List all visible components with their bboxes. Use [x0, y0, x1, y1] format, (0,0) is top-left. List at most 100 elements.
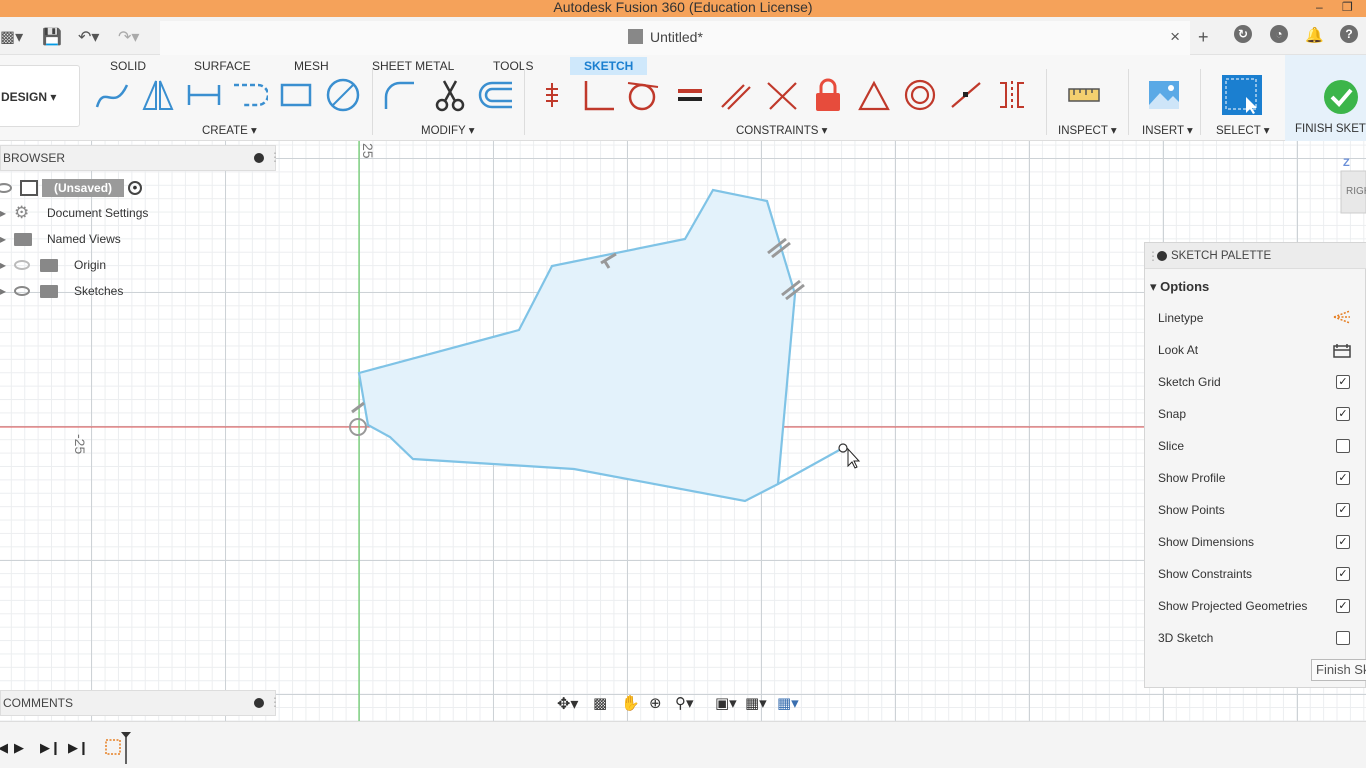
perpendicular-lines-icon[interactable] — [764, 77, 800, 113]
3d-sketch-checkbox[interactable] — [1336, 631, 1350, 645]
option-snap[interactable]: Snap ✓ — [1158, 407, 1358, 425]
show-profile-checkbox[interactable]: ✓ — [1336, 471, 1350, 485]
select-menu[interactable]: SELECT ▾ — [1216, 123, 1270, 137]
slot-icon[interactable] — [232, 77, 268, 113]
show-dimensions-checkbox[interactable]: ✓ — [1336, 535, 1350, 549]
tab-sketch[interactable]: SKETCH — [570, 57, 648, 75]
timeline-sketch-feature-icon[interactable] — [104, 730, 136, 764]
expand-comments-icon[interactable] — [254, 698, 264, 708]
browser-item-document-settings[interactable]: ▸ ⚙ Document Settings — [0, 201, 160, 225]
dimension-line-icon[interactable] — [186, 77, 222, 113]
save-icon[interactable]: 💾 — [42, 27, 62, 47]
insert-menu[interactable]: INSERT ▾ — [1142, 123, 1193, 137]
equal-icon[interactable] — [672, 77, 708, 113]
zoom-window-icon[interactable]: ⚲▾ — [675, 694, 695, 712]
next-step-icon[interactable]: ▶❙ — [40, 740, 61, 756]
collapse-icon[interactable] — [254, 153, 264, 163]
extensions-icon[interactable]: ↻ — [1234, 25, 1252, 43]
options-section-header[interactable]: ▾ Options — [1150, 279, 1209, 295]
option-slice[interactable]: Slice — [1158, 439, 1358, 457]
pan-icon[interactable]: ✋ — [621, 694, 641, 712]
palette-finish-sketch-button[interactable]: Finish Sketch — [1311, 659, 1366, 681]
sketch-line-in-progress[interactable] — [777, 447, 844, 485]
option-show-constraints[interactable]: Show Constraints ✓ — [1158, 567, 1358, 585]
hidden-visibility-icon[interactable] — [14, 260, 30, 270]
spline-icon[interactable] — [94, 77, 130, 113]
modify-menu[interactable]: MODIFY ▾ — [421, 123, 474, 137]
undo-icon[interactable]: ↶▾ — [78, 27, 99, 47]
option-show-profile[interactable]: Show Profile ✓ — [1158, 471, 1358, 489]
perpendicular-icon[interactable] — [580, 77, 616, 113]
display-settings-icon[interactable]: ▣▾ — [715, 694, 737, 712]
create-menu[interactable]: CREATE ▾ — [202, 123, 257, 137]
rectangle-icon[interactable] — [278, 77, 314, 113]
expand-icon[interactable]: ▸ — [0, 201, 6, 225]
close-tab-icon[interactable]: × — [1170, 27, 1180, 47]
select-icon[interactable] — [1222, 75, 1262, 115]
tab-sheet-metal[interactable]: SHEET METAL — [364, 57, 462, 75]
tab-tools[interactable]: TOOLS — [485, 57, 541, 75]
notifications-icon[interactable]: 🔔 — [1305, 26, 1324, 44]
orbit-icon[interactable]: ✥▾ — [557, 694, 578, 713]
new-tab-icon[interactable]: + — [1198, 27, 1209, 48]
activate-icon[interactable]: • — [128, 180, 142, 195]
play-icon[interactable]: ▶ — [14, 740, 24, 756]
option-show-projected-geometries[interactable]: Show Projected Geometries ✓ — [1158, 599, 1358, 617]
option-sketch-grid[interactable]: Sketch Grid ✓ — [1158, 375, 1358, 393]
sketch-grid-checkbox[interactable]: ✓ — [1336, 375, 1350, 389]
look-at-nav-icon[interactable]: ▩ — [593, 694, 613, 712]
comments-panel-header[interactable]: COMMENTS ⋮ — [0, 690, 281, 716]
panel-grip-icon[interactable]: ⋮ — [269, 695, 281, 709]
look-at-icon[interactable] — [1332, 342, 1352, 358]
concentric-icon[interactable] — [902, 77, 938, 113]
tab-mesh[interactable]: MESH — [286, 57, 337, 75]
tab-surface[interactable]: SURFACE — [186, 57, 259, 75]
minimize-icon[interactable]: – — [1316, 0, 1323, 15]
inspect-menu[interactable]: INSPECT ▾ — [1058, 123, 1117, 137]
coincident-icon[interactable] — [536, 77, 572, 113]
restore-icon[interactable]: ❐ — [1342, 0, 1353, 15]
file-menu-icon[interactable]: ▩▾ — [0, 27, 23, 47]
finish-sketch-button[interactable]: FINISH SKETCH — [1285, 55, 1366, 141]
job-status-icon[interactable]: ◔ — [1270, 25, 1288, 43]
insert-image-icon[interactable] — [1146, 77, 1182, 113]
mirror-icon[interactable] — [140, 77, 176, 113]
fix-lock-icon[interactable] — [810, 77, 846, 113]
sketch-palette-header[interactable]: ⋮ SKETCH PALETTE — [1145, 243, 1366, 269]
help-icon[interactable]: ? — [1340, 25, 1358, 43]
expand-icon[interactable]: ▸ — [0, 253, 6, 277]
browser-item-sketches[interactable]: ▸ Sketches — [0, 279, 160, 303]
sketch-point[interactable] — [838, 443, 848, 453]
sketch-profile[interactable] — [357, 188, 797, 503]
browser-item-named-views[interactable]: ▸ Named Views — [0, 227, 160, 251]
tab-solid[interactable]: SOLID — [102, 57, 154, 75]
collinear-icon[interactable] — [948, 77, 984, 113]
expand-icon[interactable]: ▸ — [0, 227, 6, 251]
design-workspace-button[interactable]: DESIGN ▾ — [0, 65, 80, 127]
linetype-icon[interactable] — [1332, 309, 1352, 325]
option-show-points[interactable]: Show Points ✓ — [1158, 503, 1358, 521]
grid-settings-icon[interactable]: ▦▾ — [745, 694, 767, 712]
slice-checkbox[interactable] — [1336, 439, 1350, 453]
collapse-icon[interactable] — [1157, 251, 1167, 261]
browser-panel-header[interactable]: BROWSER ⋮ — [0, 145, 281, 171]
snap-checkbox[interactable]: ✓ — [1336, 407, 1350, 421]
option-3d-sketch[interactable]: 3D Sketch — [1158, 631, 1358, 649]
viewports-icon[interactable]: ▦▾ — [777, 694, 799, 712]
show-constraints-checkbox[interactable]: ✓ — [1336, 567, 1350, 581]
symmetry-icon[interactable] — [994, 77, 1030, 113]
browser-item-origin[interactable]: ▸ Origin — [0, 253, 160, 277]
go-to-end-icon[interactable]: ▶❙ — [68, 740, 89, 756]
previous-step-icon[interactable]: ◀ — [0, 740, 8, 756]
fillet-icon[interactable] — [382, 77, 418, 113]
browser-item-root[interactable]: (Unsaved) • — [0, 176, 160, 200]
expand-icon[interactable]: ▸ — [0, 279, 6, 303]
visibility-icon[interactable] — [0, 183, 12, 193]
parallel-icon[interactable] — [718, 77, 754, 113]
show-projected-geometries-checkbox[interactable]: ✓ — [1336, 599, 1350, 613]
redo-icon[interactable]: ↷▾ — [118, 27, 139, 47]
document-tab[interactable]: Untitled* × — [160, 21, 1190, 55]
constraints-menu[interactable]: CONSTRAINTS ▾ — [736, 123, 827, 137]
tangent-icon[interactable] — [624, 77, 660, 113]
zoom-icon[interactable]: ⊕ — [649, 694, 669, 712]
